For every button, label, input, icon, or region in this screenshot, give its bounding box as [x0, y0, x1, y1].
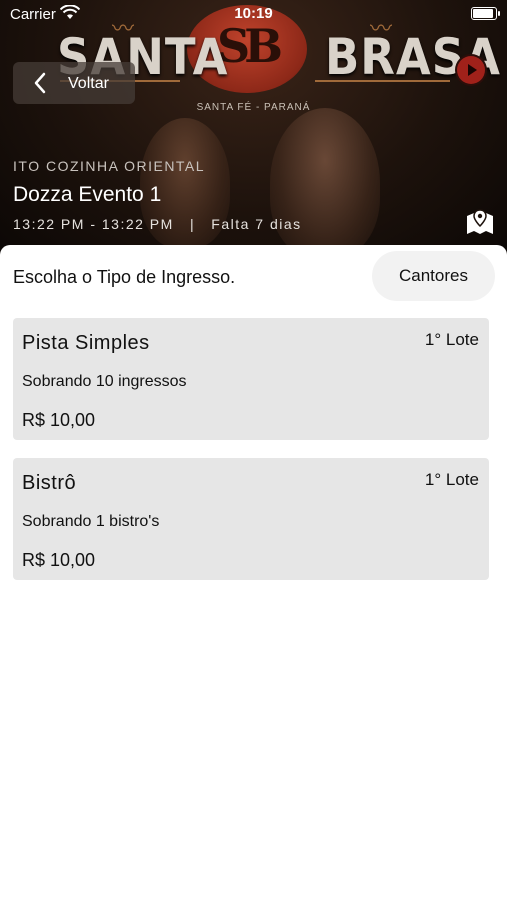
status-time: 10:19 — [234, 5, 273, 22]
ticket-card[interactable]: Bistrô 1° Lote Sobrando 1 bistro's R$ 10… — [13, 458, 489, 580]
ticket-remaining: Sobrando 1 bistro's — [22, 513, 160, 530]
ticket-name: Bistrô — [22, 472, 77, 494]
ticket-type-heading: Escolha o Tipo de Ingresso. — [13, 267, 236, 287]
event-banner: Carrier 10:19 SB 〰 〰 SANTA BRASA SANTA F… — [0, 0, 507, 260]
ticket-name: Pista Simples — [22, 332, 150, 354]
event-venue: ITO COZINHA ORIENTAL — [13, 158, 206, 174]
battery-icon — [471, 7, 500, 20]
map-pin-icon[interactable] — [465, 208, 495, 236]
ticket-price: R$ 10,00 — [22, 550, 96, 570]
ticket-lot: 1° Lote — [424, 330, 479, 349]
ticket-sheet: Escolha o Tipo de Ingresso. Cantores Pis… — [0, 245, 507, 900]
event-title: Dozza Evento 1 — [13, 183, 162, 206]
back-label: Voltar — [68, 75, 109, 92]
event-time-info: 13:22 PM - 13:22 PM | Falta 7 dias — [13, 216, 302, 232]
ticket-lot: 1° Lote — [424, 470, 479, 489]
status-bar: Carrier 10:19 — [0, 0, 507, 28]
play-icon[interactable] — [457, 56, 485, 84]
chevron-left-icon — [33, 71, 47, 100]
back-button[interactable]: Voltar — [13, 62, 135, 104]
ticket-price: R$ 10,00 — [22, 410, 96, 430]
ticket-card[interactable]: Pista Simples 1° Lote Sobrando 10 ingres… — [13, 318, 489, 440]
ticket-remaining: Sobrando 10 ingressos — [22, 373, 187, 390]
singers-button[interactable]: Cantores — [372, 251, 495, 301]
artist-photo-right — [270, 108, 380, 258]
